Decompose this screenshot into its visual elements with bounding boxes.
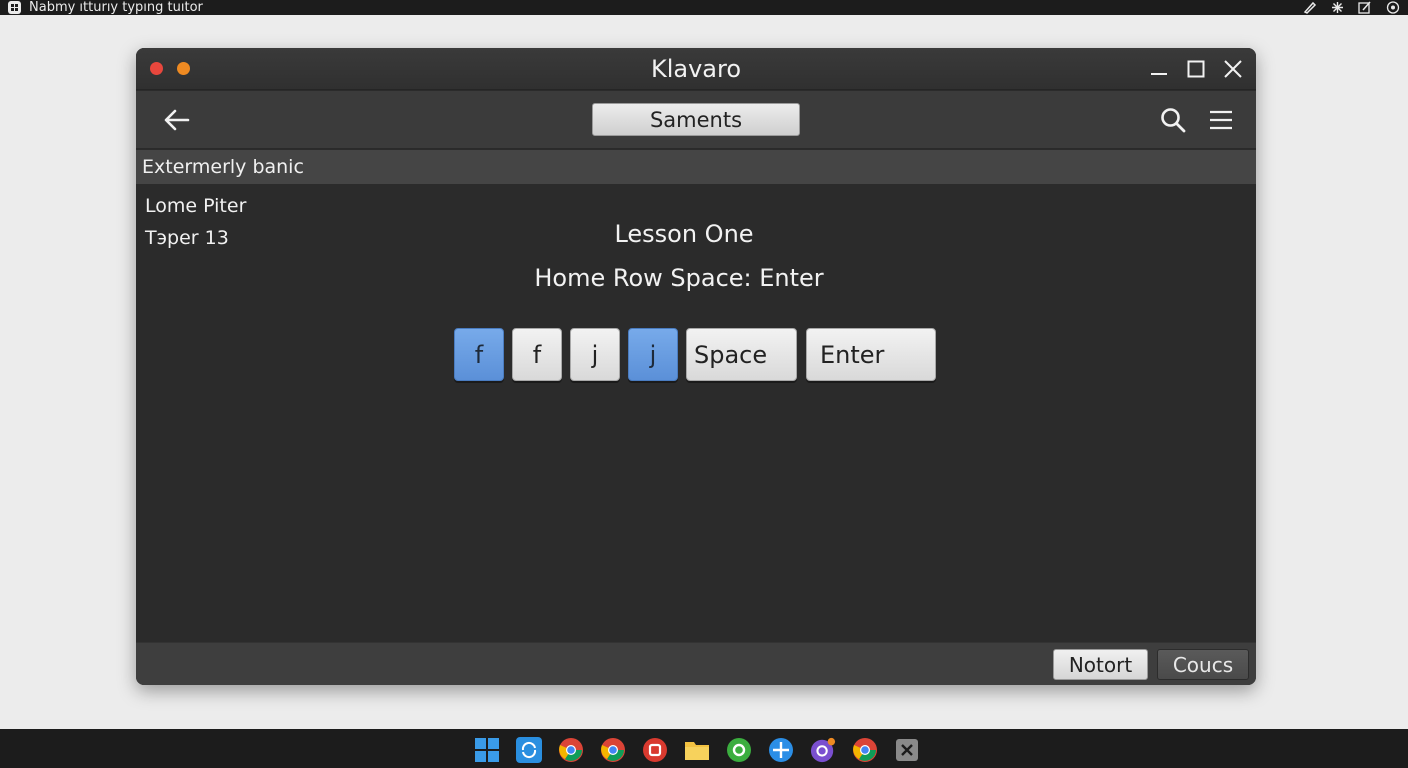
- title-bar: Klavaro: [136, 48, 1256, 90]
- key-enter[interactable]: Enter: [806, 328, 936, 381]
- file-explorer-icon[interactable]: [684, 737, 710, 763]
- notort-button[interactable]: Notort: [1053, 649, 1148, 680]
- chrome-icon-2[interactable]: [600, 737, 626, 763]
- settings-icon[interactable]: [1331, 1, 1344, 14]
- lesson-subtitle: Home Row Space: Enter: [534, 264, 824, 292]
- maximize-icon[interactable]: [1185, 58, 1207, 80]
- key-f-highlighted[interactable]: f: [454, 328, 504, 381]
- key-j[interactable]: j: [570, 328, 620, 381]
- footer-bar: Notort Coucs: [136, 642, 1256, 685]
- hamburger-menu-icon[interactable]: [1204, 103, 1238, 137]
- lesson-title: Lesson One: [614, 220, 754, 248]
- back-arrow-icon[interactable]: [160, 103, 194, 137]
- close-icon[interactable]: [1222, 58, 1244, 80]
- level-label: Extermerly banic: [142, 156, 304, 178]
- green-app-icon[interactable]: [726, 737, 752, 763]
- minimize-icon[interactable]: [1148, 58, 1170, 80]
- search-icon[interactable]: [1156, 103, 1190, 137]
- chrome-icon-3[interactable]: [852, 737, 878, 763]
- coucs-button[interactable]: Coucs: [1157, 649, 1249, 680]
- taskbar: [0, 729, 1408, 768]
- saments-button[interactable]: Saments: [592, 103, 800, 136]
- system-top-bar: Nabmy ıtturıy typıng tuıtor: [0, 0, 1408, 15]
- side-info-line-1: Lome Piter: [145, 195, 247, 217]
- windows-start-icon[interactable]: [474, 737, 500, 763]
- red-app-icon[interactable]: [642, 737, 668, 763]
- refresh-app-icon[interactable]: [516, 737, 542, 763]
- key-f[interactable]: f: [512, 328, 562, 381]
- chrome-icon[interactable]: [558, 737, 584, 763]
- security-app-icon[interactable]: [894, 737, 920, 763]
- close-dot-button[interactable]: [150, 62, 163, 75]
- level-bar: Extermerly banic: [136, 150, 1256, 184]
- key-space[interactable]: Space: [686, 328, 797, 381]
- purple-app-icon[interactable]: [810, 737, 836, 763]
- toolbar: Saments: [136, 91, 1256, 149]
- app-icon[interactable]: [8, 1, 21, 14]
- minimize-dot-button[interactable]: [177, 62, 190, 75]
- edit-icon[interactable]: [1358, 1, 1372, 14]
- klavaro-window: Klavaro Saments Extermerly banic Lome Pi…: [136, 48, 1256, 685]
- blue-app-icon[interactable]: [768, 737, 794, 763]
- top-bar-app-title: Nabmy ıtturıy typıng tuıtor: [29, 0, 203, 15]
- record-icon[interactable]: [1386, 1, 1400, 14]
- key-j-highlighted[interactable]: j: [628, 328, 678, 381]
- lesson-content: Lome Piter Tэper 13 Lesson One Home Row …: [136, 184, 1256, 642]
- pen-icon[interactable]: [1303, 1, 1317, 14]
- window-title: Klavaro: [650, 55, 742, 83]
